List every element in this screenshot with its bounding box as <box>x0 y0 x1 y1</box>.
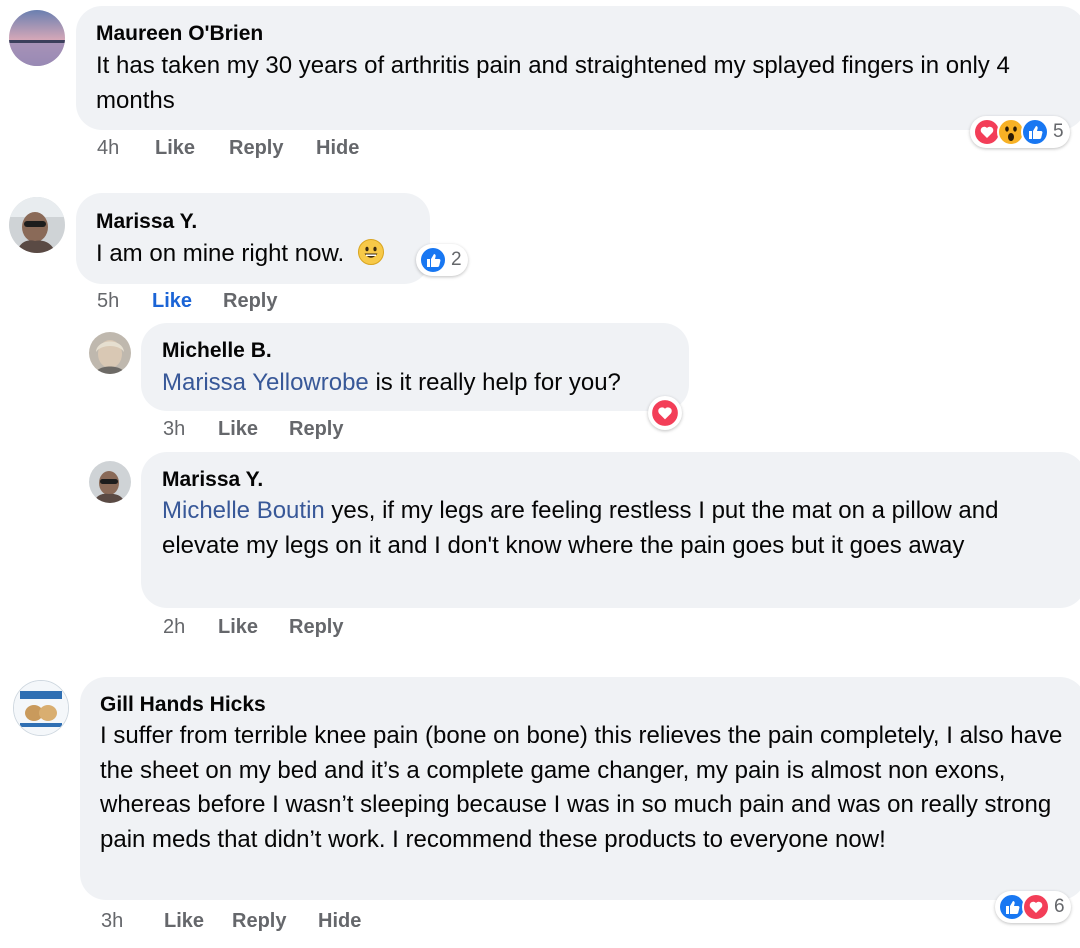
avatar[interactable] <box>89 332 131 374</box>
reaction-count[interactable]: 2 <box>451 249 462 271</box>
reaction-summary[interactable]: 5 <box>970 116 1070 148</box>
hide-button[interactable]: Hide <box>316 137 359 160</box>
comment-author[interactable]: Michelle B. <box>162 339 272 363</box>
comment-text: Michelle Boutin yes, if my legs are feel… <box>162 494 1062 563</box>
comment-timestamp[interactable]: 2h <box>163 616 185 639</box>
reaction-summary[interactable]: 6 <box>995 891 1071 923</box>
comment-text-content: is it really help for you? <box>368 369 621 396</box>
comment-text-content: I am on mine right now. <box>96 240 345 267</box>
love-icon <box>1022 893 1050 921</box>
hide-button[interactable]: Hide <box>318 910 361 933</box>
comment-author[interactable]: Marissa Y. <box>96 210 197 234</box>
comment-author[interactable]: Gill Hands Hicks <box>100 693 266 717</box>
reaction-summary[interactable]: 2 <box>416 244 468 276</box>
reply-button[interactable]: Reply <box>289 418 343 441</box>
comment-text: I am on mine right now. <box>96 237 385 272</box>
reaction-count[interactable]: 5 <box>1053 121 1064 143</box>
comment-text: I suffer from terrible knee pain (bone o… <box>100 722 1063 853</box>
like-icon <box>1021 118 1049 146</box>
comment-timestamp[interactable]: 5h <box>97 290 119 313</box>
reaction-count[interactable]: 6 <box>1054 896 1065 918</box>
avatar[interactable] <box>89 461 131 503</box>
reply-button[interactable]: Reply <box>289 616 343 639</box>
reply-button[interactable]: Reply <box>232 910 286 933</box>
like-icon <box>419 246 447 274</box>
grinning-emoji-icon <box>357 239 384 265</box>
reply-button[interactable]: Reply <box>223 290 277 313</box>
comment-timestamp[interactable]: 3h <box>101 910 123 933</box>
like-button[interactable]: Like <box>155 137 195 160</box>
comment-timestamp[interactable]: 4h <box>97 137 119 160</box>
reaction-summary[interactable] <box>648 396 682 430</box>
like-button[interactable]: Like <box>164 910 204 933</box>
like-button[interactable]: Like <box>218 616 258 639</box>
avatar[interactable] <box>9 10 65 66</box>
mention-link[interactable]: Michelle Boutin <box>162 497 325 524</box>
like-button[interactable]: Like <box>152 290 192 313</box>
like-button[interactable]: Like <box>218 418 258 441</box>
comment-author[interactable]: Marissa Y. <box>162 468 263 492</box>
comment-timestamp[interactable]: 3h <box>163 418 185 441</box>
comment-author[interactable]: Maureen O'Brien <box>96 22 263 46</box>
mention-link[interactable]: Marissa Yellowrobe <box>162 369 369 396</box>
love-icon <box>650 398 680 428</box>
avatar[interactable] <box>13 680 69 736</box>
reply-button[interactable]: Reply <box>229 137 283 160</box>
comment-text: It has taken my 30 years of arthritis pa… <box>96 52 1010 114</box>
comment-text: Marissa Yellowrobe is it really help for… <box>162 366 621 401</box>
avatar[interactable] <box>9 197 65 253</box>
